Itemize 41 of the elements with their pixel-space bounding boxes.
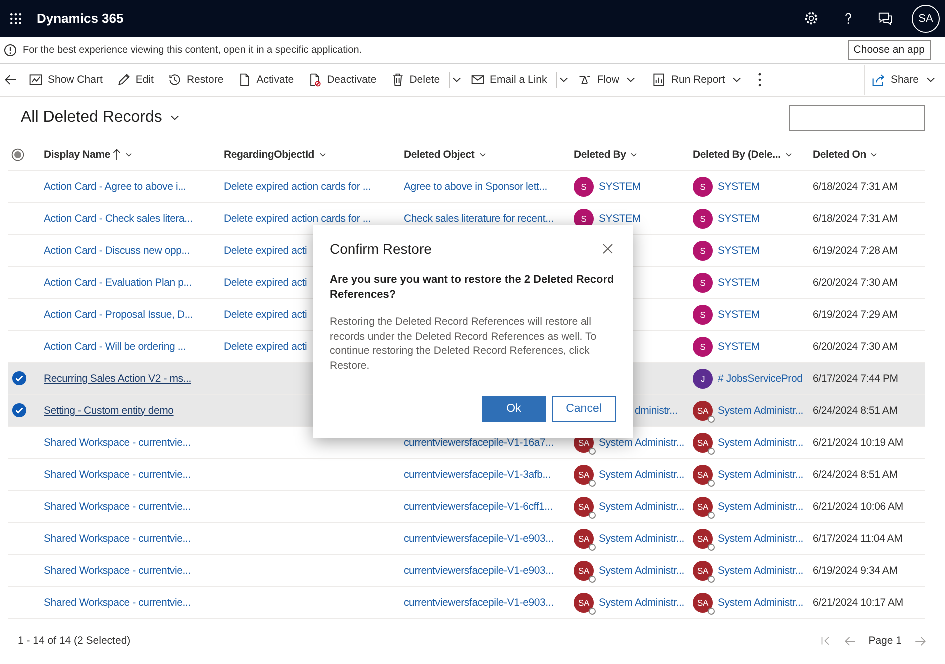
table-cell: 6/19/2024 7:28 AM bbox=[813, 244, 898, 256]
table-cell: 6/17/2024 7:44 PM bbox=[813, 372, 898, 384]
dialog-title: Confirm Restore bbox=[330, 241, 432, 257]
user-avatar: SA bbox=[693, 592, 713, 612]
user-avatar: S bbox=[574, 176, 594, 196]
table-cell: 6/18/2024 7:31 AM bbox=[813, 180, 898, 192]
app-title: Dynamics 365 bbox=[37, 11, 125, 26]
user-avatar: S bbox=[693, 304, 713, 324]
dialog-message: Restoring the Deleted Record References will restore all records under the Deleted Record References as well. To continue restoring the Deleted Record References, click Restore. bbox=[330, 315, 598, 373]
table-cell: 6/17/2024 11:04 AM bbox=[813, 532, 903, 544]
table-cell: 6/19/2024 9:34 AM bbox=[813, 564, 898, 576]
table-cell: 6/19/2024 7:29 AM bbox=[813, 308, 898, 320]
user-avatar: SA bbox=[693, 496, 713, 516]
table-cell: 6/24/2024 8:51 AM bbox=[813, 468, 898, 480]
user-avatar: SA bbox=[693, 464, 713, 484]
table-cell: 6/18/2024 7:31 AM bbox=[813, 212, 898, 224]
user-avatar: SA bbox=[574, 464, 594, 484]
user-avatar: SA bbox=[574, 560, 594, 580]
table-cell: 6/20/2024 7:30 AM bbox=[813, 276, 898, 288]
user-avatar: SA bbox=[693, 400, 713, 420]
table-cell: 6/20/2024 7:30 AM bbox=[813, 340, 898, 352]
table-cell: 6/21/2024 10:19 AM bbox=[813, 436, 904, 448]
page-number: Page 1 bbox=[868, 635, 902, 647]
user-avatar: S bbox=[693, 208, 713, 228]
table-cell: 6/21/2024 10:06 AM bbox=[813, 500, 904, 512]
record-count: 1 - 14 of 14 (2 Selected) bbox=[18, 635, 132, 647]
user-avatar: SA bbox=[574, 496, 594, 516]
table-cell: 6/24/2024 8:51 AM bbox=[813, 404, 898, 416]
user-avatar: S bbox=[693, 336, 713, 356]
user-avatar: S bbox=[693, 176, 713, 196]
user-avatar: J bbox=[693, 368, 713, 388]
user-avatar: SA bbox=[574, 592, 594, 612]
user-avatar: SA bbox=[574, 528, 594, 548]
dialog-question: Are you sure you want to restore the 2 Deleted Record References? bbox=[330, 273, 616, 302]
user-avatar: SA bbox=[693, 432, 713, 452]
user-avatar: SA bbox=[693, 560, 713, 580]
table-cell: 6/21/2024 10:17 AM bbox=[813, 596, 904, 608]
user-avatar: S bbox=[693, 272, 713, 292]
user-avatar: SA bbox=[693, 528, 713, 548]
notice-text: For the best experience viewing this content, open it in a specific application. bbox=[23, 44, 364, 56]
user-avatar: S bbox=[693, 240, 713, 260]
